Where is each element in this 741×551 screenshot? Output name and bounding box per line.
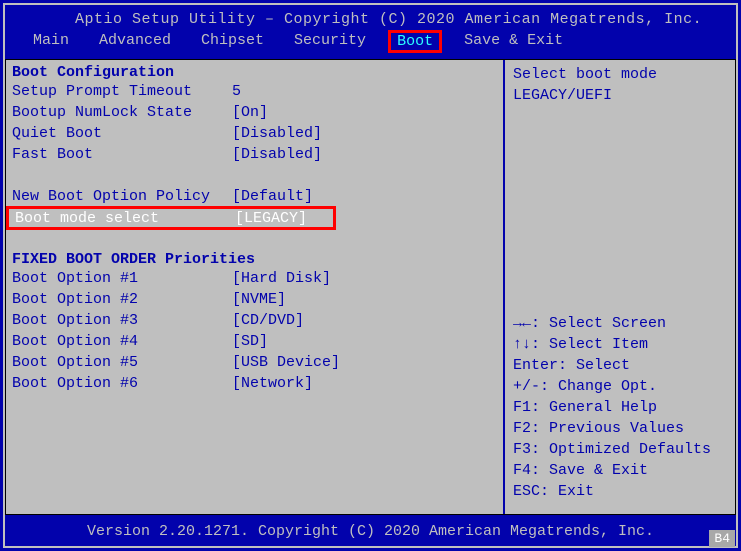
row-boot-mode-select[interactable]: Boot mode select [LEGACY]	[6, 206, 336, 230]
value: [LEGACY]	[235, 210, 307, 227]
key-previous-values: F2: Previous Values	[513, 418, 727, 439]
label: Setup Prompt Timeout	[12, 83, 232, 100]
label: Boot Option #1	[12, 270, 232, 287]
footer-version: Version 2.20.1271. Copyright (C) 2020 Am…	[5, 515, 736, 546]
key-general-help: F1: General Help	[513, 397, 727, 418]
value: [USB Device]	[232, 354, 340, 371]
menu-security[interactable]: Security	[286, 30, 374, 53]
corner-badge: B4	[709, 530, 735, 547]
value: [CD/DVD]	[232, 312, 304, 329]
section-boot-config: Boot Configuration	[12, 64, 497, 81]
title-bar: Aptio Setup Utility – Copyright (C) 2020…	[5, 5, 736, 30]
value: [Disabled]	[232, 125, 322, 142]
row-prompt-timeout[interactable]: Setup Prompt Timeout 5	[12, 81, 497, 102]
menu-chipset[interactable]: Chipset	[193, 30, 272, 53]
menu-save-exit[interactable]: Save & Exit	[456, 30, 571, 53]
help-text-line: LEGACY/UEFI	[513, 85, 727, 106]
key-select-screen: →←: Select Screen	[513, 313, 727, 334]
menu-boot[interactable]: Boot	[388, 30, 442, 53]
row-boot-option-1[interactable]: Boot Option #1 [Hard Disk]	[12, 268, 497, 289]
label: Fast Boot	[12, 146, 232, 163]
help-panel: Select boot mode LEGACY/UEFI →←: Select …	[505, 60, 735, 514]
key-esc: ESC: Exit	[513, 481, 727, 502]
label: Boot Option #4	[12, 333, 232, 350]
key-save-exit: F4: Save & Exit	[513, 460, 727, 481]
label: New Boot Option Policy	[12, 188, 232, 205]
label: Bootup NumLock State	[12, 104, 232, 121]
label: Boot Option #6	[12, 375, 232, 392]
key-enter: Enter: Select	[513, 355, 727, 376]
value: [On]	[232, 104, 268, 121]
value: [NVME]	[232, 291, 286, 308]
value: [Default]	[232, 188, 313, 205]
row-numlock[interactable]: Bootup NumLock State [On]	[12, 102, 497, 123]
value: 5	[232, 83, 241, 100]
row-fast-boot[interactable]: Fast Boot [Disabled]	[12, 144, 497, 165]
row-boot-option-3[interactable]: Boot Option #3 [CD/DVD]	[12, 310, 497, 331]
key-change-opt: +/-: Change Opt.	[513, 376, 727, 397]
help-text-line: Select boot mode	[513, 64, 727, 85]
row-boot-option-5[interactable]: Boot Option #5 [USB Device]	[12, 352, 497, 373]
label: Boot Option #2	[12, 291, 232, 308]
row-boot-option-6[interactable]: Boot Option #6 [Network]	[12, 373, 497, 394]
label: Quiet Boot	[12, 125, 232, 142]
left-panel: Boot Configuration Setup Prompt Timeout …	[6, 60, 505, 514]
section-fixed-boot-order: FIXED BOOT ORDER Priorities	[12, 251, 497, 268]
menu-main[interactable]: Main	[25, 30, 77, 53]
value: [Hard Disk]	[232, 270, 331, 287]
main-panel: Boot Configuration Setup Prompt Timeout …	[5, 59, 736, 515]
key-optimized-defaults: F3: Optimized Defaults	[513, 439, 727, 460]
value: [Network]	[232, 375, 313, 392]
label: Boot mode select	[15, 210, 235, 227]
row-new-boot-policy[interactable]: New Boot Option Policy [Default]	[12, 186, 497, 207]
value: [Disabled]	[232, 146, 322, 163]
row-quiet-boot[interactable]: Quiet Boot [Disabled]	[12, 123, 497, 144]
menu-advanced[interactable]: Advanced	[91, 30, 179, 53]
row-boot-option-4[interactable]: Boot Option #4 [SD]	[12, 331, 497, 352]
key-select-item: ↑↓: Select Item	[513, 334, 727, 355]
label: Boot Option #5	[12, 354, 232, 371]
menu-bar: Main Advanced Chipset Security Boot Save…	[5, 30, 736, 59]
value: [SD]	[232, 333, 268, 350]
row-boot-option-2[interactable]: Boot Option #2 [NVME]	[12, 289, 497, 310]
label: Boot Option #3	[12, 312, 232, 329]
